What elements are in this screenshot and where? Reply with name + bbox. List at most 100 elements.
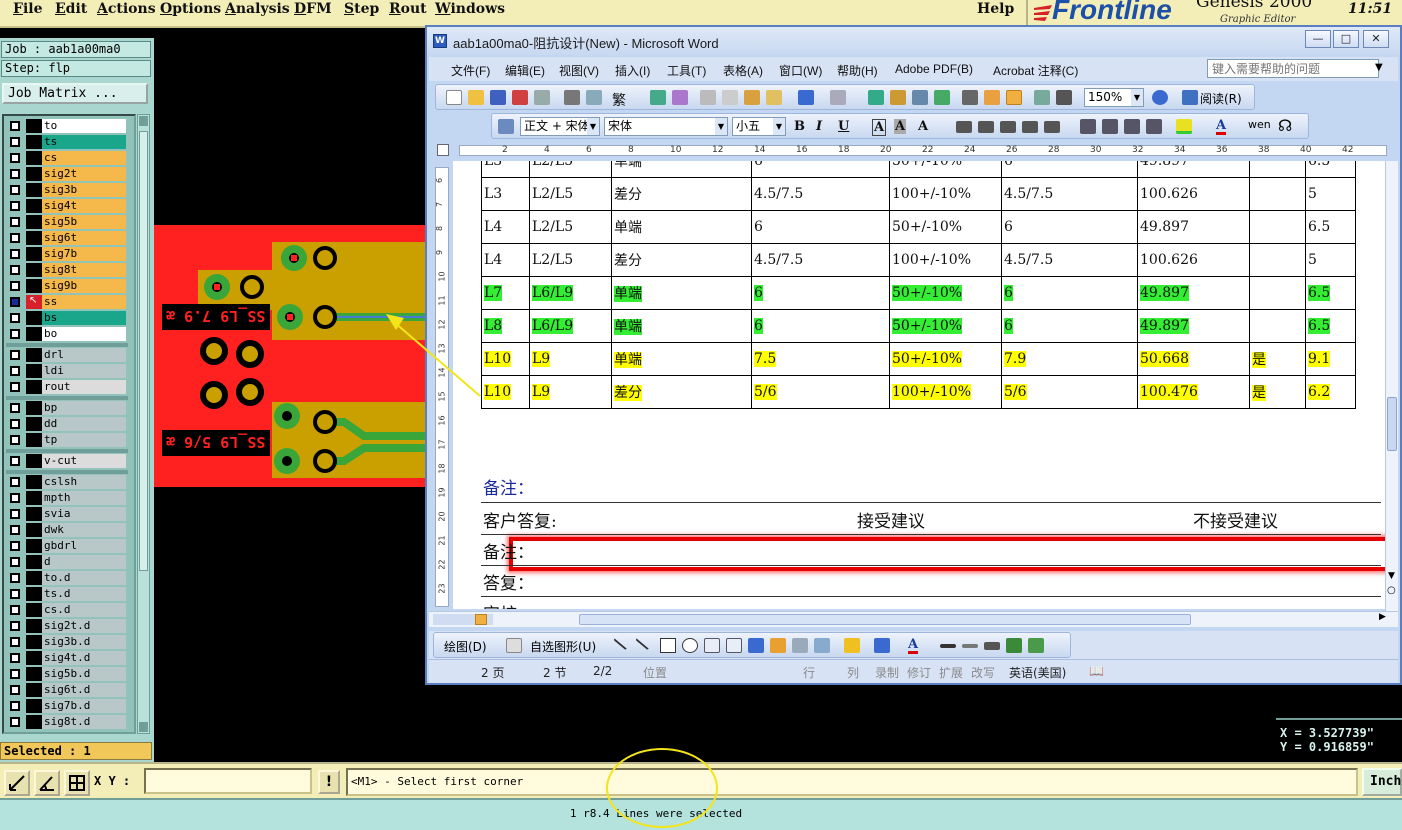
- layer-checkbox[interactable]: [10, 557, 20, 567]
- table-cell[interactable]: 6: [751, 210, 890, 244]
- command-exclaim-button[interactable]: !: [318, 770, 340, 794]
- word-menu-insert[interactable]: 插入(I): [615, 62, 650, 79]
- table-cell[interactable]: L6/L9: [529, 276, 612, 310]
- italic-icon[interactable]: I: [816, 119, 822, 134]
- research-icon[interactable]: [672, 90, 688, 105]
- table-cell[interactable]: 6: [1001, 309, 1138, 343]
- layer-name[interactable]: cs.d: [42, 603, 126, 617]
- table-cell[interactable]: L4: [481, 243, 530, 277]
- table-cell[interactable]: 49.897: [1137, 161, 1250, 178]
- layer-row[interactable]: sig8t.d: [6, 714, 126, 730]
- dropdown-arrow-icon[interactable]: ▼: [1131, 89, 1143, 106]
- layer-name[interactable]: bo: [42, 327, 126, 341]
- layer-row[interactable]: gbdrl: [6, 538, 126, 554]
- layer-color-swatch[interactable]: [26, 417, 42, 431]
- layer-checkbox[interactable]: [10, 121, 20, 131]
- layer-name[interactable]: sig7b: [42, 247, 126, 261]
- layer-name[interactable]: bs: [42, 311, 126, 325]
- layer-row[interactable]: to.d: [6, 570, 126, 586]
- table-cell[interactable]: 是: [1249, 342, 1306, 376]
- table-cell[interactable]: 100+/-10%: [889, 243, 1002, 277]
- layer-name[interactable]: to: [42, 119, 126, 133]
- menu-step[interactable]: Step: [344, 1, 379, 17]
- layer-color-swatch[interactable]: [26, 523, 42, 537]
- layer-checkbox[interactable]: [10, 493, 20, 503]
- table-cell[interactable]: 单端: [611, 342, 752, 376]
- line-color-icon[interactable]: [874, 638, 890, 653]
- help-icon[interactable]: [1152, 90, 1168, 105]
- status-rec[interactable]: 录制: [875, 664, 899, 681]
- layer-checkbox[interactable]: [10, 477, 20, 487]
- layer-checkbox[interactable]: [10, 456, 20, 466]
- table-cell[interactable]: 4.5/7.5: [751, 243, 890, 277]
- layer-row[interactable]: sig4t.d: [6, 650, 126, 666]
- layer-name[interactable]: ldi: [42, 364, 126, 378]
- arrow-style-icon[interactable]: [984, 642, 1000, 650]
- layer-row[interactable]: ts.d: [6, 586, 126, 602]
- layer-row[interactable]: sig2t: [6, 166, 126, 182]
- layer-name[interactable]: sig8t: [42, 263, 126, 277]
- draw-menu-button[interactable]: 绘图(D): [444, 638, 487, 655]
- layer-checkbox[interactable]: [10, 281, 20, 291]
- tab-selector-icon[interactable]: [437, 144, 449, 156]
- table-cell[interactable]: [1249, 276, 1306, 310]
- close-icon[interactable]: ✕: [1363, 30, 1389, 48]
- drawing-icon[interactable]: [984, 90, 1000, 105]
- save-icon[interactable]: [490, 90, 506, 105]
- table-cell[interactable]: 差分: [611, 375, 752, 409]
- layer-name[interactable]: sig7b.d: [42, 699, 126, 713]
- layer-color-swatch[interactable]: [26, 151, 42, 165]
- layer-checkbox[interactable]: [10, 137, 20, 147]
- layer-row[interactable]: d: [6, 554, 126, 570]
- table-cell[interactable]: L3: [481, 177, 530, 211]
- layer-checkbox[interactable]: [10, 329, 20, 339]
- layer-row[interactable]: bo: [6, 326, 126, 342]
- layer-row[interactable]: v-cut: [6, 453, 126, 469]
- layer-checkbox[interactable]: [10, 653, 20, 663]
- layer-name[interactable]: bp: [42, 401, 126, 415]
- tables-borders-icon[interactable]: [890, 90, 906, 105]
- word-menu-adobe-pdf[interactable]: Adobe PDF(B): [895, 62, 973, 76]
- layer-name[interactable]: dwk: [42, 523, 126, 537]
- layer-checkbox[interactable]: [10, 366, 20, 376]
- layer-row[interactable]: sig6t: [6, 230, 126, 246]
- word-menu-window[interactable]: 窗口(W): [779, 62, 822, 79]
- table-cell[interactable]: 单端: [611, 309, 752, 343]
- layer-row[interactable]: mpth: [6, 490, 126, 506]
- table-cell[interactable]: 4.5/7.5: [751, 177, 890, 211]
- layer-row[interactable]: dd: [6, 416, 126, 432]
- decrease-indent-icon[interactable]: [1124, 119, 1140, 134]
- layer-row[interactable]: sig3b: [6, 182, 126, 198]
- layer-checkbox[interactable]: [10, 435, 20, 445]
- paragraph-marks-icon[interactable]: [1056, 90, 1072, 105]
- layer-list[interactable]: to ts cs sig2t sig3b sig4t sig5b sig6t sig7b sig8…: [2, 114, 136, 734]
- oval-icon[interactable]: [682, 638, 698, 653]
- table-cell[interactable]: L2/L5: [529, 210, 612, 244]
- layer-checkbox[interactable]: [10, 153, 20, 163]
- enclose-char-icon[interactable]: ☊: [1278, 116, 1292, 135]
- char-scale-icon[interactable]: A: [918, 119, 928, 134]
- layer-name[interactable]: rout: [42, 380, 126, 394]
- layer-row[interactable]: cslsh: [6, 474, 126, 490]
- layer-checkbox[interactable]: [10, 717, 20, 727]
- align-right-icon[interactable]: [1000, 121, 1016, 133]
- word-menu-edit[interactable]: 编辑(E): [505, 62, 545, 79]
- layer-color-swatch[interactable]: [26, 247, 42, 261]
- layer-color-swatch[interactable]: [26, 507, 42, 521]
- layer-color-swatch[interactable]: [26, 167, 42, 181]
- layer-name[interactable]: sig5b: [42, 215, 126, 229]
- table-cell[interactable]: 100.476: [1137, 375, 1250, 409]
- arrow-icon[interactable]: [635, 633, 653, 651]
- styles-icon[interactable]: [498, 119, 514, 134]
- table-cell[interactable]: 6.5: [1305, 161, 1356, 178]
- layer-row[interactable]: rout: [6, 379, 126, 395]
- layer-checkbox[interactable]: [10, 382, 20, 392]
- vertical-scrollbar[interactable]: ▼ ○: [1385, 161, 1398, 611]
- table-cell[interactable]: 50+/-10%: [889, 276, 1002, 310]
- table-cell[interactable]: 4.5/7.5: [1001, 243, 1138, 277]
- layer-color-swatch[interactable]: [26, 491, 42, 505]
- open-icon[interactable]: [468, 90, 484, 105]
- layer-row[interactable]: ldi: [6, 363, 126, 379]
- layer-color-swatch[interactable]: [26, 311, 42, 325]
- font-size-select[interactable]: 小五 ▼: [732, 117, 786, 136]
